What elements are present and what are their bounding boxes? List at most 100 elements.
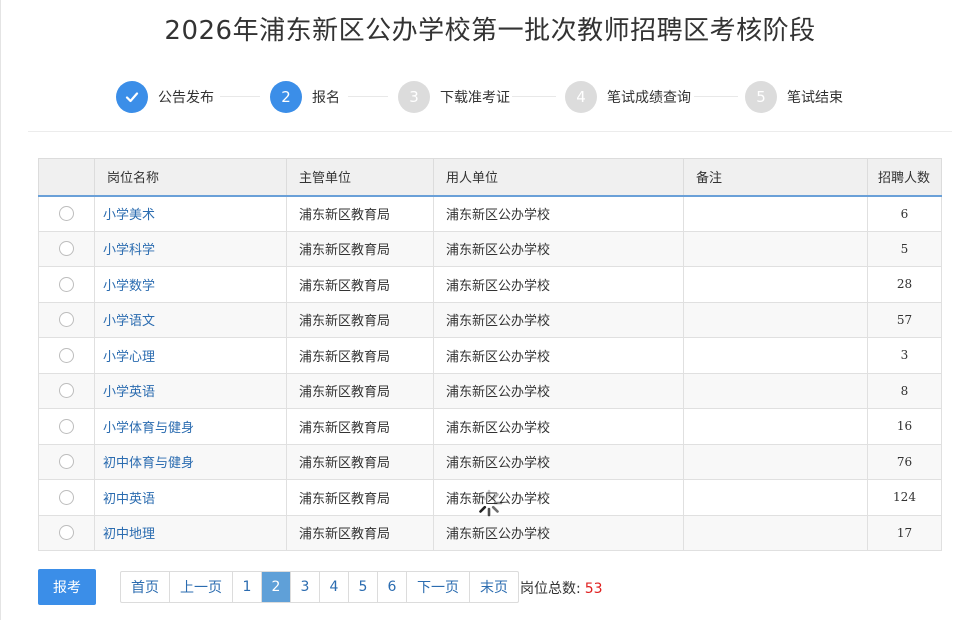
pagination-page[interactable]: 4: [319, 572, 348, 602]
pagination-page[interactable]: 3: [290, 572, 319, 602]
table-row[interactable]: 初中地理 浦东新区教育局 浦东新区公办学校 17: [38, 514, 942, 551]
step-2-label: 报名: [312, 90, 340, 106]
note-cell: [683, 479, 868, 516]
position-name-link[interactable]: 初中英语: [94, 479, 287, 516]
count-cell: 16: [867, 408, 942, 445]
table-row[interactable]: 小学数学 浦东新区教育局 浦东新区公办学校 28: [38, 266, 942, 303]
pagination-prev[interactable]: 上一页: [169, 572, 232, 602]
authority-cell: 浦东新区教育局: [286, 514, 434, 551]
row-radio[interactable]: [59, 276, 74, 292]
position-name-link[interactable]: 小学美术: [94, 195, 287, 232]
note-cell: [683, 514, 868, 551]
authority-cell: 浦东新区教育局: [286, 443, 434, 480]
page-title: 2026年浦东新区公办学校第一批次教师招聘区考核阶段: [164, 16, 816, 46]
header-position-name: 岗位名称: [94, 158, 287, 197]
employer-cell: 浦东新区公办学校: [433, 408, 684, 445]
employer-cell: 浦东新区公办学校: [433, 230, 684, 267]
pagination-last[interactable]: 末页: [469, 572, 518, 602]
total-label: 岗位总数:: [520, 581, 581, 597]
row-radio[interactable]: [59, 489, 74, 505]
pagination: 首页 上一页 1 2 3 4 5 6 下一页 末页: [120, 571, 519, 603]
row-radio[interactable]: [59, 241, 74, 257]
progress-stepper: 公告发布 2 报名 3 下载准考证 4 笔试成绩查询 5 笔试结束: [0, 78, 960, 116]
pagination-page-current[interactable]: 2: [261, 572, 290, 602]
step-download-ticket: 3 下载准考证: [398, 78, 510, 116]
employer-cell: 浦东新区公办学校: [433, 195, 684, 232]
count-cell: 8: [867, 372, 942, 409]
employer-cell: 浦东新区公办学校: [433, 443, 684, 480]
header-authority: 主管单位: [286, 158, 434, 197]
note-cell: [683, 195, 868, 232]
step-4-label: 笔试成绩查询: [607, 90, 691, 106]
table-row[interactable]: 小学心理 浦东新区教育局 浦东新区公办学校 3: [38, 337, 942, 374]
count-cell: 28: [867, 266, 942, 303]
position-name-link[interactable]: 小学数学: [94, 266, 287, 303]
row-radio[interactable]: [59, 454, 74, 470]
count-cell: 57: [867, 301, 942, 338]
header-note: 备注: [683, 158, 868, 197]
step-3-circle: 3: [398, 81, 430, 113]
authority-cell: 浦东新区教育局: [286, 230, 434, 267]
table-row[interactable]: 小学语文 浦东新区教育局 浦东新区公办学校 57: [38, 301, 942, 338]
authority-cell: 浦东新区教育局: [286, 479, 434, 516]
pagination-first[interactable]: 首页: [121, 572, 169, 602]
position-name-link[interactable]: 小学心理: [94, 337, 287, 374]
table-row[interactable]: 小学英语 浦东新区教育局 浦东新区公办学校 8: [38, 372, 942, 409]
row-radio[interactable]: [59, 312, 74, 328]
count-cell: 17: [867, 514, 942, 551]
pagination-next[interactable]: 下一页: [406, 572, 469, 602]
employer-cell: 浦东新区公办学校: [433, 266, 684, 303]
employer-cell: 浦东新区公办学校: [433, 301, 684, 338]
authority-cell: 浦东新区教育局: [286, 372, 434, 409]
header-count: 招聘人数: [867, 158, 942, 197]
step-registration: 2 报名: [270, 78, 340, 116]
position-name-link[interactable]: 初中地理: [94, 514, 287, 551]
row-radio[interactable]: [59, 418, 74, 434]
step-connector: [694, 96, 738, 97]
note-cell: [683, 408, 868, 445]
step-4-circle: 4: [565, 81, 597, 113]
authority-cell: 浦东新区教育局: [286, 301, 434, 338]
employer-cell: 浦东新区公办学校: [433, 337, 684, 374]
position-name-link[interactable]: 小学英语: [94, 372, 287, 409]
step-announcement: 公告发布: [116, 78, 214, 116]
spinner-icon: [475, 489, 503, 517]
apply-button[interactable]: 报考: [38, 569, 96, 605]
authority-cell: 浦东新区教育局: [286, 266, 434, 303]
note-cell: [683, 337, 868, 374]
pagination-page[interactable]: 1: [232, 572, 261, 602]
step-connector: [220, 96, 260, 97]
step-connector: [348, 96, 388, 97]
position-name-link[interactable]: 小学科学: [94, 230, 287, 267]
employer-cell: 浦东新区公办学校: [433, 372, 684, 409]
authority-cell: 浦东新区教育局: [286, 408, 434, 445]
step-1-circle: [116, 81, 148, 113]
row-radio[interactable]: [59, 525, 74, 541]
pagination-page[interactable]: 6: [377, 572, 406, 602]
row-radio[interactable]: [59, 206, 74, 221]
position-total: 岗位总数: 53: [520, 578, 603, 598]
step-2-circle: 2: [270, 81, 302, 113]
position-name-link[interactable]: 初中体育与健身: [94, 443, 287, 480]
pagination-page[interactable]: 5: [348, 572, 377, 602]
table-row[interactable]: 小学科学 浦东新区教育局 浦东新区公办学校 5: [38, 230, 942, 267]
total-value: 53: [584, 581, 603, 597]
row-radio[interactable]: [59, 347, 74, 363]
table-row[interactable]: 小学美术 浦东新区教育局 浦东新区公办学校 6: [38, 195, 942, 232]
table-row[interactable]: 初中体育与健身 浦东新区教育局 浦东新区公办学校 76: [38, 443, 942, 480]
step-score-query: 4 笔试成绩查询: [565, 78, 691, 116]
header-divider: [28, 131, 952, 132]
table-row[interactable]: 小学体育与健身 浦东新区教育局 浦东新区公办学校 16: [38, 408, 942, 445]
step-3-label: 下载准考证: [440, 90, 510, 106]
authority-cell: 浦东新区教育局: [286, 195, 434, 232]
authority-cell: 浦东新区教育局: [286, 337, 434, 374]
note-cell: [683, 230, 868, 267]
count-cell: 6: [867, 195, 942, 232]
note-cell: [683, 443, 868, 480]
position-name-link[interactable]: 小学语文: [94, 301, 287, 338]
step-connector: [512, 96, 556, 97]
row-radio[interactable]: [59, 383, 74, 399]
position-name-link[interactable]: 小学体育与健身: [94, 408, 287, 445]
count-cell: 76: [867, 443, 942, 480]
step-exam-end: 5 笔试结束: [745, 78, 843, 116]
